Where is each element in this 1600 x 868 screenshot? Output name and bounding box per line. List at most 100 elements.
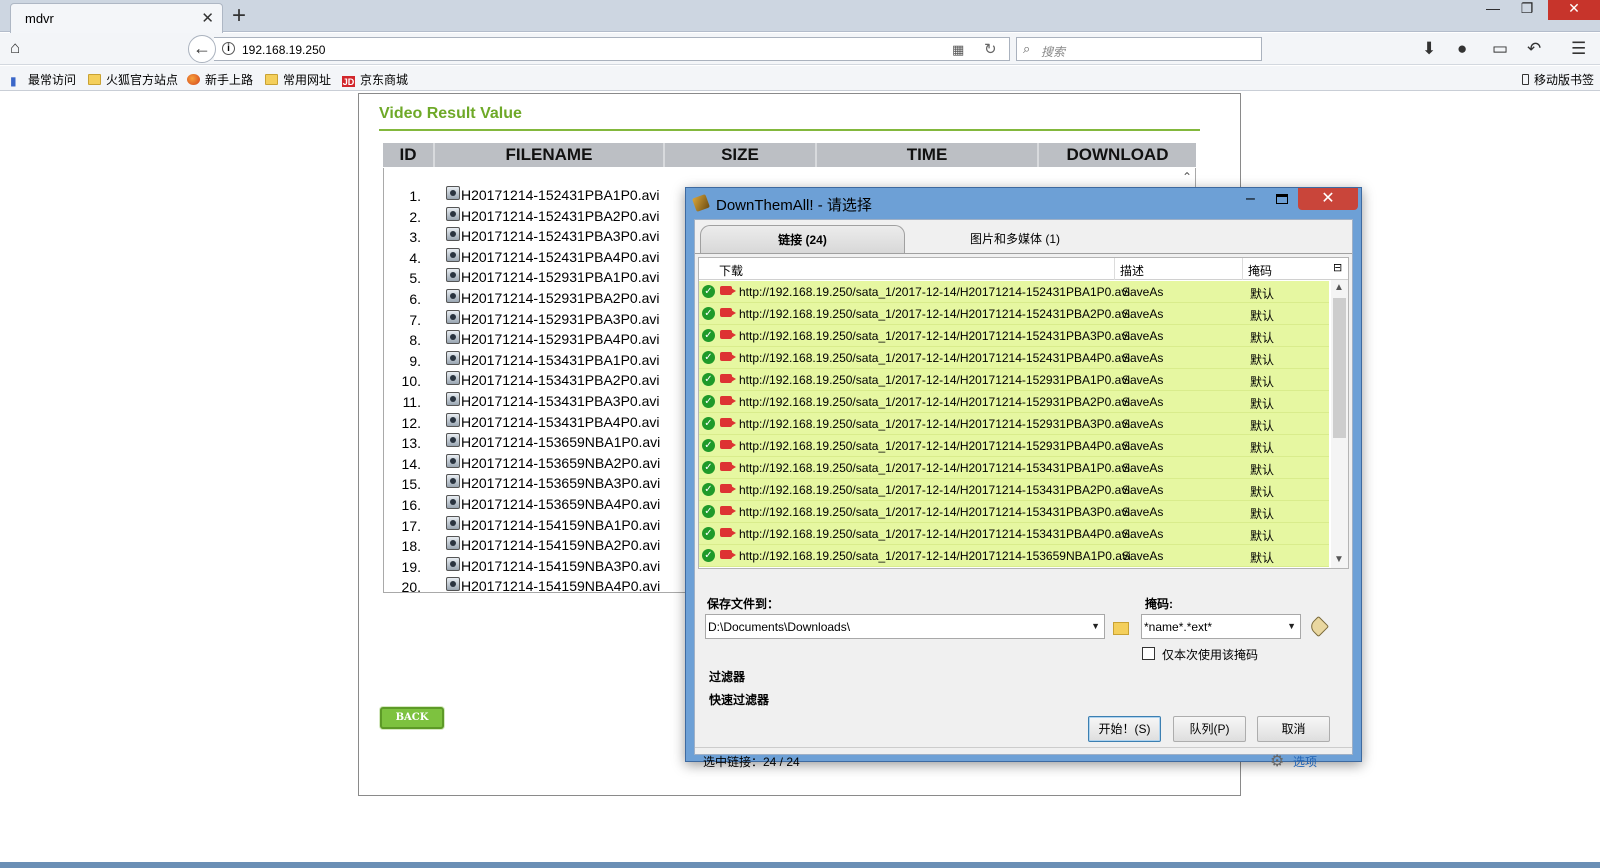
tab-links[interactable]: 链接 (24) — [700, 225, 905, 253]
table-row[interactable]: 6. H20171214-152931PBA2P0.avi — [383, 289, 683, 309]
window-close-icon[interactable]: ✕ — [1548, 0, 1600, 20]
qr-code-icon[interactable]: ▦ — [952, 42, 964, 58]
table-row[interactable]: 5. H20171214-152931PBA1P0.avi — [383, 268, 683, 288]
checkmark-icon[interactable]: ✓ — [702, 461, 715, 474]
checkmark-icon[interactable]: ✓ — [702, 395, 715, 408]
download-icon[interactable]: ⬇ — [1422, 39, 1436, 59]
hamburger-menu-icon[interactable]: ☰ — [1571, 39, 1586, 59]
table-row[interactable]: 11. H20171214-153431PBA3P0.avi — [383, 392, 683, 412]
grid-col-download[interactable]: 下载 — [719, 262, 743, 279]
back-button[interactable]: BACK — [380, 707, 444, 729]
row-filename[interactable]: H20171214-153659NBA3P0.avi — [461, 475, 660, 491]
table-row[interactable]: 18. H20171214-154159NBA2P0.avi — [383, 536, 683, 556]
save-to-combo[interactable]: D:\Documents\Downloads\ ▼ — [705, 614, 1105, 639]
table-row[interactable]: 17. H20171214-154159NBA1P0.avi — [383, 515, 683, 536]
table-row[interactable]: 2. H20171214-152431PBA2P0.avi — [383, 206, 683, 227]
mask-combo[interactable]: *name*.*ext* ▼ — [1141, 614, 1301, 639]
options-link[interactable]: 选项 — [1293, 753, 1317, 770]
checkmark-icon[interactable]: ✓ — [702, 329, 715, 342]
start-button[interactable]: 开始！(S) — [1088, 716, 1161, 742]
checkmark-icon[interactable]: ✓ — [702, 483, 715, 496]
row-filename[interactable]: H20171214-153431PBA1P0.avi — [461, 352, 660, 368]
row-filename[interactable]: H20171214-152931PBA2P0.avi — [461, 290, 660, 306]
chevron-down-icon[interactable]: ▼ — [1287, 621, 1296, 631]
checkmark-icon[interactable]: ✓ — [702, 505, 715, 518]
row-filename[interactable]: H20171214-152931PBA4P0.avi — [461, 331, 660, 347]
scroll-down-icon[interactable]: ▼ — [1334, 554, 1344, 565]
checkmark-icon[interactable]: ✓ — [702, 417, 715, 430]
grid-col-description[interactable]: 描述 — [1120, 262, 1144, 279]
cancel-button[interactable]: 取消 — [1257, 716, 1330, 742]
checkmark-icon[interactable]: ✓ — [702, 307, 715, 320]
undo-icon[interactable]: ↶ — [1527, 39, 1541, 59]
row-filename[interactable]: H20171214-154159NBA4P0.avi — [461, 578, 660, 594]
reload-icon[interactable]: ↻ — [984, 40, 997, 58]
link-row[interactable]: ✓ http://192.168.19.250/sata_1/2017-12-14… — [699, 303, 1329, 325]
bookmark-mobile[interactable]: 移动版书签 — [1522, 71, 1594, 88]
row-filename[interactable]: H20171214-152431PBA1P0.avi — [461, 187, 660, 203]
bookmark-getting-started[interactable]: 新手上路 — [187, 71, 253, 88]
table-row[interactable]: 12. H20171214-153431PBA4P0.avi — [383, 412, 683, 433]
table-row[interactable]: 1. H20171214-152431PBA1P0.avi — [383, 186, 683, 206]
info-icon[interactable]: i — [222, 42, 235, 55]
url-text[interactable]: 192.168.19.250 — [242, 43, 325, 57]
tag-icon[interactable] — [1307, 615, 1330, 638]
table-row[interactable]: 20. H20171214-154159NBA4P0.avi — [383, 577, 683, 597]
link-row[interactable]: ✓ http://192.168.19.250/sata_1/2017-12-14… — [699, 479, 1329, 501]
checkmark-icon[interactable]: ✓ — [702, 351, 715, 364]
row-filename[interactable]: H20171214-154159NBA3P0.avi — [461, 558, 660, 574]
table-row[interactable]: 15. H20171214-153659NBA3P0.avi — [383, 474, 683, 494]
save-to-value[interactable]: D:\Documents\Downloads\ — [708, 620, 850, 634]
address-bar[interactable]: i 192.168.19.250 ▦ ↻ — [214, 37, 1010, 61]
link-row[interactable]: ✓ http://192.168.19.250/sata_1/2017-12-14… — [699, 457, 1329, 479]
library-icon[interactable]: ▭ — [1492, 39, 1508, 59]
scroll-up-icon[interactable]: ▲ — [1334, 282, 1344, 293]
dialog-minimize-icon[interactable]: – — [1246, 190, 1255, 208]
bookmark-most-visited[interactable]: ▮ 最常访问 — [10, 71, 76, 88]
link-row[interactable]: ✓ http://192.168.19.250/sata_1/2017-12-14… — [699, 435, 1329, 457]
row-filename[interactable]: H20171214-153659NBA4P0.avi — [461, 496, 660, 512]
browser-tab[interactable]: mdvr ✕ — [10, 3, 223, 33]
row-filename[interactable]: H20171214-153659NBA2P0.avi — [461, 455, 660, 471]
table-row[interactable]: 19. H20171214-154159NBA3P0.avi — [383, 556, 683, 577]
filters-heading[interactable]: 过滤器 — [709, 668, 745, 685]
queue-button[interactable]: 队列(P) — [1173, 716, 1246, 742]
table-row[interactable]: 16. H20171214-153659NBA4P0.avi — [383, 495, 683, 515]
bookmark-common-sites[interactable]: 常用网址 — [265, 71, 331, 88]
table-row[interactable]: 14. H20171214-153659NBA2P0.avi — [383, 453, 683, 474]
row-filename[interactable]: H20171214-152431PBA4P0.avi — [461, 249, 660, 265]
bookmark-firefox-site[interactable]: 火狐官方站点 — [88, 71, 178, 88]
row-filename[interactable]: H20171214-154159NBA2P0.avi — [461, 537, 660, 553]
mask-value[interactable]: *name*.*ext* — [1144, 620, 1212, 634]
link-row[interactable]: ✓ http://192.168.19.250/sata_1/2017-12-14… — [699, 501, 1329, 523]
gear-icon[interactable]: ⚙ — [1270, 751, 1284, 771]
tab-close-icon[interactable]: ✕ — [201, 9, 214, 27]
table-row[interactable]: 10. H20171214-153431PBA2P0.avi — [383, 371, 683, 391]
quick-filters-heading[interactable]: 快速过滤器 — [709, 691, 769, 708]
chevron-down-icon[interactable]: ▼ — [1091, 621, 1100, 631]
link-row[interactable]: ✓ http://192.168.19.250/sata_1/2017-12-14… — [699, 325, 1329, 347]
row-filename[interactable]: H20171214-152431PBA3P0.avi — [461, 228, 660, 244]
row-filename[interactable]: H20171214-152931PBA3P0.avi — [461, 311, 660, 327]
row-filename[interactable]: H20171214-153659NBA1P0.avi — [461, 434, 660, 450]
link-row[interactable]: ✓ http://192.168.19.250/sata_1/2017-12-14… — [699, 413, 1329, 435]
table-row[interactable]: 3. H20171214-152431PBA3P0.avi — [383, 227, 683, 247]
checkmark-icon[interactable]: ✓ — [702, 285, 715, 298]
table-row[interactable]: 9. H20171214-153431PBA1P0.avi — [383, 350, 683, 371]
link-row[interactable]: ✓ http://192.168.19.250/sata_1/2017-12-14… — [699, 369, 1329, 391]
checkmark-icon[interactable]: ✓ — [702, 439, 715, 452]
link-row[interactable]: ✓ http://192.168.19.250/sata_1/2017-12-14… — [699, 281, 1329, 303]
checkmark-icon[interactable]: ✓ — [702, 373, 715, 386]
row-filename[interactable]: H20171214-152931PBA1P0.avi — [461, 269, 660, 285]
browse-folder-icon[interactable] — [1113, 622, 1129, 635]
scroll-up-icon[interactable]: ⌃ — [1178, 170, 1196, 188]
row-filename[interactable]: H20171214-153431PBA4P0.avi — [461, 414, 660, 430]
row-filename[interactable]: H20171214-154159NBA1P0.avi — [461, 517, 660, 533]
table-row[interactable]: 8. H20171214-152931PBA4P0.avi — [383, 330, 683, 350]
checkmark-icon[interactable]: ✓ — [702, 527, 715, 540]
chat-icon[interactable]: ● — [1457, 39, 1467, 59]
link-row[interactable]: ✓ http://192.168.19.250/sata_1/2017-12-14… — [699, 347, 1329, 369]
grid-scrollbar[interactable]: ▲ ▼ — [1331, 280, 1348, 568]
checkmark-icon[interactable]: ✓ — [702, 549, 715, 562]
use-mask-once-checkbox[interactable] — [1142, 647, 1155, 660]
